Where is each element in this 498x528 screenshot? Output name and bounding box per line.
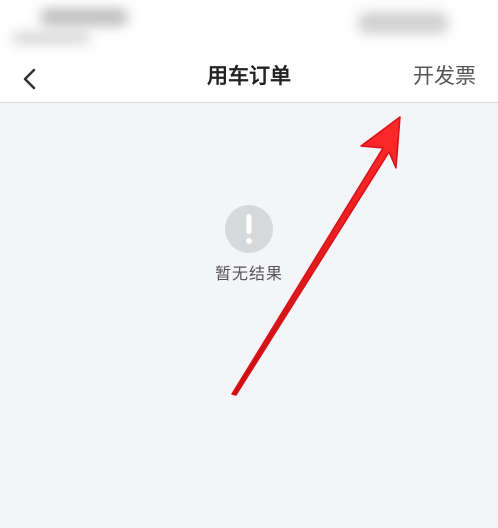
back-button[interactable] [14,62,50,98]
navigation-bar: 用车订单 开发票 [0,58,498,103]
empty-state: 暂无结果 [200,204,298,284]
exclamation-circle-icon [225,205,273,253]
blurred-status-right [358,12,448,34]
blurred-status-left [40,8,128,26]
status-bar [0,0,498,58]
chevron-left-icon [23,68,36,90]
empty-state-message: 暂无结果 [214,264,283,283]
blurred-status-sub [12,32,90,44]
issue-invoice-button[interactable]: 开发票 [413,58,476,102]
